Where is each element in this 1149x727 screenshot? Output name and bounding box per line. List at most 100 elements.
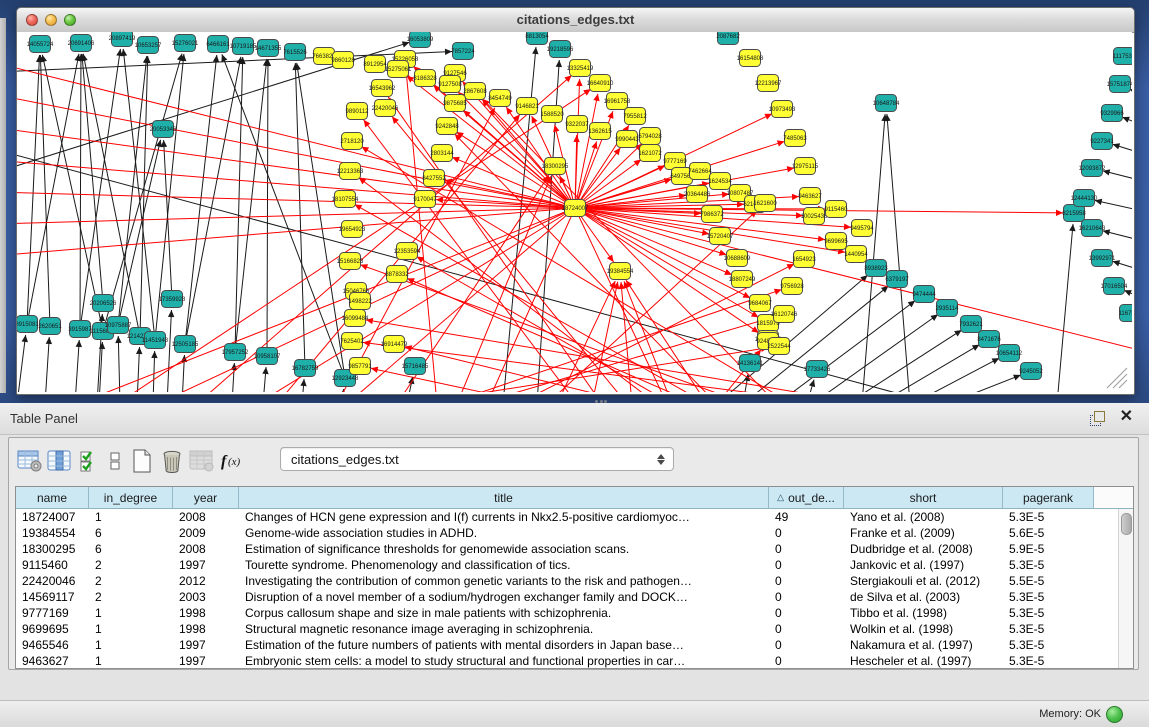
- graph-node[interactable]: 20364486: [684, 186, 711, 203]
- graph-node[interactable]: 10719185: [230, 38, 257, 55]
- graph-node[interactable]: 8938923: [864, 260, 888, 277]
- graph-node[interactable]: 7625402: [340, 333, 364, 350]
- graph-node[interactable]: 9329966: [1100, 105, 1124, 122]
- graph-node[interactable]: 12444130: [1071, 190, 1098, 207]
- float-panel-icon[interactable]: [1090, 411, 1105, 426]
- graph-node[interactable]: 13992971: [1089, 250, 1116, 267]
- graph-node[interactable]: 7986372: [700, 206, 724, 223]
- graph-node[interactable]: 15276021: [172, 35, 199, 52]
- graph-node[interactable]: 15275061: [385, 61, 412, 78]
- graph-node[interactable]: 1167531: [1119, 305, 1132, 322]
- scrollbar-thumb[interactable]: [1121, 513, 1132, 535]
- graph-node[interactable]: 17016504: [1101, 278, 1128, 295]
- table-row[interactable]: 2242004622012Investigating the contribut…: [16, 573, 1133, 589]
- graph-node[interactable]: 10688609: [724, 250, 751, 267]
- checklist-icon[interactable]: [75, 447, 105, 475]
- graph-node[interactable]: 10975887: [105, 317, 132, 334]
- graph-node[interactable]: 9227341: [1090, 133, 1114, 150]
- column-header-pagerank[interactable]: pagerank: [1003, 487, 1094, 509]
- table-disabled-icon[interactable]: [187, 447, 217, 475]
- graph-node[interactable]: 18807249: [729, 271, 756, 288]
- graph-node[interactable]: 9127508: [438, 76, 462, 93]
- graph-node[interactable]: 7932621: [959, 316, 983, 333]
- graph-node[interactable]: 1654923: [792, 251, 816, 268]
- graph-node[interactable]: 8186328: [413, 70, 437, 87]
- graph-node[interactable]: 8215958: [1062, 205, 1086, 222]
- trash-icon[interactable]: [157, 447, 187, 475]
- graph-node[interactable]: 8878332: [385, 266, 409, 283]
- graph-node[interactable]: 15716485: [402, 358, 429, 375]
- graph-node[interactable]: 6794028: [638, 128, 662, 145]
- column-header-out_de[interactable]: △out_de...: [769, 487, 844, 509]
- graph-node[interactable]: 8427552: [422, 170, 446, 187]
- graph-node[interactable]: 9777169: [663, 153, 687, 170]
- graph-node[interactable]: 20053346: [150, 121, 177, 138]
- graph-node[interactable]: 15166823: [337, 253, 364, 270]
- graph-node[interactable]: 16053809: [407, 32, 434, 48]
- graph-node[interactable]: 15751874: [1107, 76, 1132, 93]
- table-row[interactable]: 1872400712008Changes of HCN gene express…: [16, 509, 1133, 525]
- graph-node[interactable]: 17359928: [159, 291, 186, 308]
- graph-node[interactable]: 9115460: [825, 201, 849, 218]
- new-file-icon[interactable]: [127, 447, 157, 475]
- graph-node[interactable]: 16782759: [292, 360, 319, 377]
- canvas-resize-grip-icon[interactable]: [1113, 374, 1127, 388]
- canvas-resize-grip-icon[interactable]: [1107, 368, 1127, 388]
- column-header-name[interactable]: name: [16, 487, 89, 509]
- graph-node[interactable]: 10653257: [135, 37, 162, 54]
- fx-icon[interactable]: f(x): [217, 447, 247, 475]
- graph-node[interactable]: 14671355: [255, 40, 282, 57]
- graph-node[interactable]: 16640910: [587, 75, 614, 92]
- graph-node[interactable]: 20691406: [68, 35, 95, 52]
- graph-node[interactable]: 19384554: [607, 263, 634, 280]
- graph-node[interactable]: 11451943: [142, 332, 169, 349]
- graph-node[interactable]: 16120746: [771, 306, 798, 323]
- graph-node[interactable]: 9990443: [615, 131, 639, 148]
- graph-node[interactable]: 1117530: [1113, 48, 1132, 65]
- graph-node[interactable]: 17957252: [222, 344, 249, 361]
- column-header-in_degree[interactable]: in_degree: [89, 487, 173, 509]
- graph-node[interactable]: 16961758: [604, 93, 631, 110]
- graph-node[interactable]: 16543962: [369, 80, 396, 97]
- graph-node[interactable]: 18300295: [542, 158, 569, 175]
- graph-node[interactable]: 6379197: [885, 271, 909, 288]
- graph-node[interactable]: 9463627: [798, 188, 822, 205]
- graph-node[interactable]: 2803144: [430, 145, 454, 162]
- graph-node[interactable]: 9474444: [912, 286, 936, 303]
- column-header-title[interactable]: title: [239, 487, 769, 509]
- rows-icon[interactable]: [105, 447, 127, 475]
- graph-node[interactable]: 2718120: [340, 133, 364, 150]
- graph-node[interactable]: 13325419: [567, 60, 594, 77]
- graph-node[interactable]: 14136141: [737, 355, 764, 372]
- graph-node[interactable]: 12213967: [755, 75, 782, 92]
- graph-node[interactable]: 20206526: [90, 295, 117, 312]
- graph-node[interactable]: 7857224: [451, 43, 475, 60]
- graph-node[interactable]: 1621072: [638, 145, 662, 162]
- graph-node[interactable]: 9170047: [413, 191, 437, 208]
- graph-node[interactable]: 1624534: [708, 173, 732, 190]
- graph-node[interactable]: 8915081: [17, 316, 39, 333]
- table-row[interactable]: 911546021997Tourette syndrome. Phenomeno…: [16, 557, 1133, 573]
- graph-node[interactable]: 1621600: [753, 195, 777, 212]
- column-header-short[interactable]: short: [844, 487, 1003, 509]
- graph-node[interactable]: 9242848: [435, 118, 459, 135]
- table-row[interactable]: 1456911722003Disruption of a novel membe…: [16, 589, 1133, 605]
- graph-node[interactable]: 12213363: [337, 163, 364, 180]
- graph-node[interactable]: 8813054: [525, 32, 549, 45]
- graph-node[interactable]: 10973493: [769, 101, 796, 118]
- graph-node[interactable]: 14055724: [27, 36, 54, 53]
- graph-node[interactable]: 10654112: [996, 345, 1023, 362]
- table-select-dropdown[interactable]: citations_edges.txt: [280, 447, 674, 471]
- graph-node[interactable]: 8454749: [488, 90, 512, 107]
- graph-node[interactable]: 2522544: [767, 338, 791, 355]
- graph-node[interactable]: 9245052: [1019, 363, 1043, 380]
- graph-node[interactable]: 3915987: [68, 321, 92, 338]
- graph-node[interactable]: 12093872: [1079, 160, 1106, 177]
- close-panel-icon[interactable]: ✕: [1120, 408, 1133, 426]
- graph-node[interactable]: 16914479: [381, 336, 408, 353]
- graph-node[interactable]: 1362615: [588, 123, 612, 140]
- graph-node[interactable]: 19218596: [547, 41, 574, 58]
- graph-node[interactable]: 20897419: [109, 32, 136, 47]
- graph-node[interactable]: 7462664: [688, 163, 712, 180]
- graph-node[interactable]: 9684067: [748, 295, 772, 312]
